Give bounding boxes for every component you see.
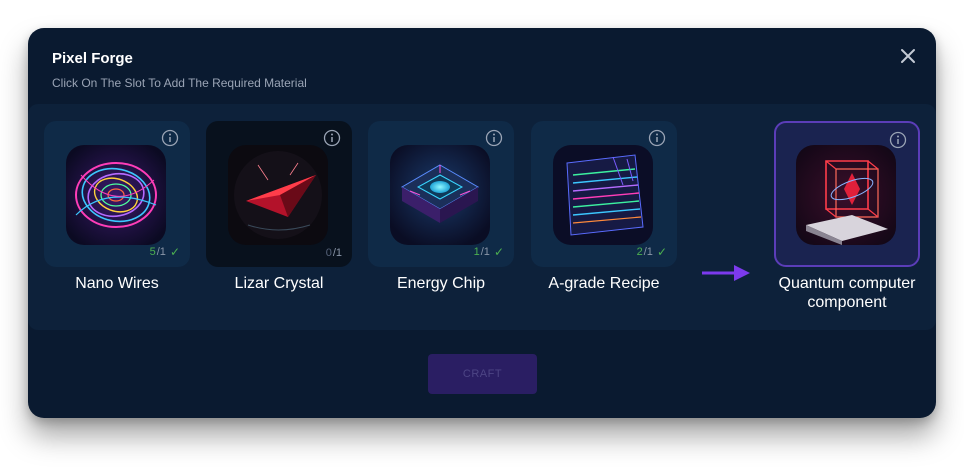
info-icon[interactable] (485, 129, 503, 147)
info-icon[interactable] (323, 129, 341, 147)
crafting-modal: Pixel Forge Click On The Slot To Add The… (28, 28, 936, 418)
material-label: Energy Chip (396, 275, 486, 292)
material-label: A-grade Recipe (548, 275, 660, 292)
material-slot-lizar-crystal[interactable]: 0/1 (206, 121, 352, 267)
modal-subtitle: Click On The Slot To Add The Required Ma… (52, 76, 307, 90)
a-grade-recipe-image (553, 145, 653, 245)
have-count: 1 (473, 246, 480, 258)
energy-chip-image (390, 145, 490, 245)
result-slot[interactable] (774, 121, 920, 267)
material-slot-energy-chip[interactable]: 1/1 ✓ (368, 121, 514, 267)
material-label: Nano Wires (75, 275, 159, 292)
craft-button[interactable]: CRAFT (428, 354, 537, 394)
have-count: 2 (636, 246, 643, 258)
materials-panel: 5/1 ✓ Nano Wires 0/1 Lizar Crystal 1 /1 … (28, 104, 936, 330)
result-label: Quantum computer component (778, 275, 916, 311)
material-count: 5/1 ✓ (150, 245, 180, 259)
info-icon[interactable] (889, 131, 907, 149)
nano-wires-image (66, 145, 166, 245)
have-count: 5 (149, 246, 156, 258)
material-slot-nano-wires[interactable]: 5/1 ✓ (44, 121, 190, 267)
material-count: 1/1 ✓ (474, 245, 504, 259)
material-slot-a-grade-recipe[interactable]: 2/1 ✓ (531, 121, 677, 267)
close-icon[interactable] (898, 46, 918, 66)
material-count: 2/1 ✓ (637, 245, 667, 259)
modal-title: Pixel Forge (52, 50, 133, 67)
material-count: 0/1 (326, 247, 342, 259)
lizar-crystal-image (228, 145, 328, 245)
have-count: 0 (325, 247, 332, 259)
quantum-component-image (796, 145, 896, 245)
need-count: /1 (332, 247, 342, 259)
info-icon[interactable] (161, 129, 179, 147)
material-label: Lizar Crystal (234, 275, 324, 292)
check-icon: ✓ (656, 245, 667, 259)
check-icon: ✓ (493, 245, 504, 259)
info-icon[interactable] (648, 129, 666, 147)
need-count: /1 (643, 246, 653, 258)
check-icon: ✓ (169, 245, 180, 259)
need-count: /1 (156, 246, 166, 258)
need-count: /1 (480, 246, 490, 258)
arrow-right-icon (700, 262, 752, 284)
